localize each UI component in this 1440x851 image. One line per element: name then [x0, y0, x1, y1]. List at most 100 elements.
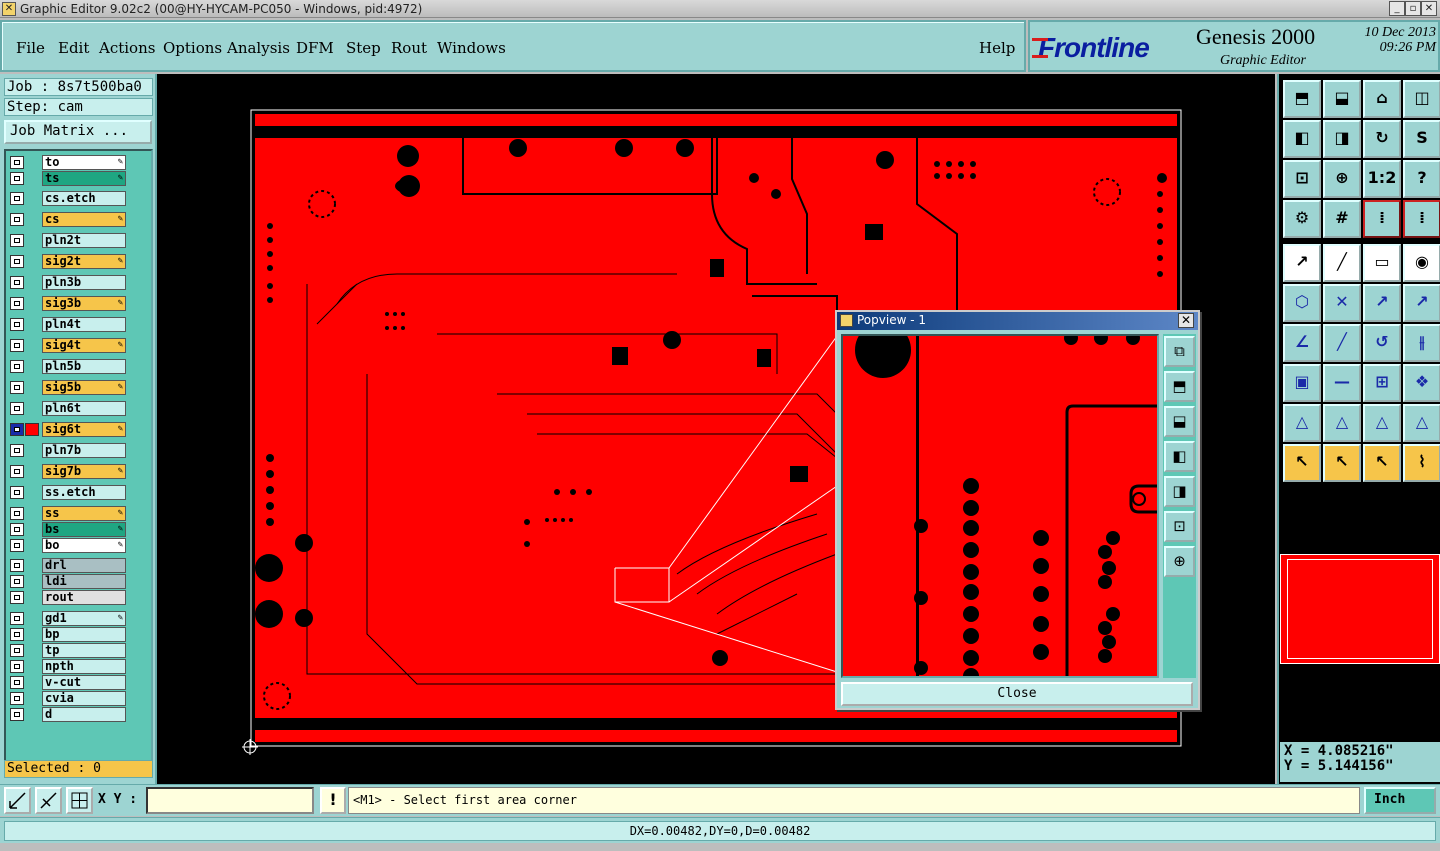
layer-row-to[interactable]: to ✎ [8, 155, 126, 170]
layer-row-gd1[interactable]: gd1 ✎ [8, 611, 126, 626]
layer-row-tp[interactable]: tp [8, 643, 126, 658]
layer-name[interactable]: bo ✎ [42, 538, 126, 553]
tri2-icon[interactable]: △ [1323, 404, 1361, 442]
layer-row-bp[interactable]: bp [8, 627, 126, 642]
select-icon[interactable]: ↖ [1283, 444, 1321, 482]
layer-top-icon[interactable]: ⁞ [1363, 200, 1401, 238]
popview-center-icon[interactable]: ⊕ [1164, 546, 1195, 577]
layer-name[interactable]: sig4t ✎ [42, 338, 126, 353]
layer-checkbox[interactable] [10, 381, 24, 394]
net2-icon[interactable]: ⌇ [1403, 444, 1440, 482]
layer-row-rout[interactable]: rout [8, 590, 126, 605]
layer-checkbox[interactable] [10, 444, 24, 457]
pointer-icon[interactable]: ↗ [1283, 244, 1321, 282]
layer-bot-icon[interactable]: ⁞ [1403, 200, 1440, 238]
menu-file[interactable]: File [16, 39, 45, 57]
layer-name[interactable]: d [42, 707, 126, 722]
layer-name[interactable]: rout [42, 590, 126, 605]
layer-row-ldi[interactable]: ldi [8, 574, 126, 589]
layer-row-ss.etch[interactable]: ss.etch [8, 485, 126, 500]
layer-checkbox[interactable] [10, 172, 24, 185]
info-button[interactable]: ! [320, 787, 346, 814]
layer-checkbox[interactable] [10, 708, 24, 721]
layer-name[interactable]: ss.etch [42, 485, 126, 500]
layer-name[interactable]: cvia [42, 691, 126, 706]
cross-icon[interactable]: ✕ [1323, 284, 1361, 322]
layer-name[interactable]: pln5b [42, 359, 126, 374]
layer-name[interactable]: sig5b ✎ [42, 380, 126, 395]
layer-row-pln7b[interactable]: pln7b [8, 443, 126, 458]
layer-row-pln5b[interactable]: pln5b [8, 359, 126, 374]
layer-name[interactable]: ts ✎ [42, 171, 126, 186]
layer-checkbox[interactable] [10, 234, 24, 247]
layer-row-bs[interactable]: bs ✎ [8, 522, 126, 537]
layer-name[interactable]: bs ✎ [42, 522, 126, 537]
popview-window-icon[interactable]: ⧉ [1164, 336, 1195, 367]
layer-checkbox[interactable] [10, 318, 24, 331]
menu-help[interactable]: Help [979, 39, 1015, 57]
layer-row-npth[interactable]: npth [8, 659, 126, 674]
slant-icon[interactable]: ╱ [1323, 324, 1361, 362]
menu-rout[interactable]: Rout [391, 39, 427, 57]
help-icon[interactable]: ? [1403, 160, 1440, 198]
layer-row-d[interactable]: d [8, 707, 126, 722]
layer-checkbox[interactable] [10, 213, 24, 226]
zoom-window-icon[interactable] [4, 787, 31, 814]
layer-name[interactable]: pln4t [42, 317, 126, 332]
popview-close-button[interactable]: Close [841, 682, 1193, 706]
layer-checkbox[interactable] [10, 276, 24, 289]
layer-name[interactable]: sig7b ✎ [42, 464, 126, 479]
layer-checkbox[interactable] [10, 486, 24, 499]
layer-checkbox[interactable] [10, 559, 24, 572]
layer-row-pln2t[interactable]: pln2t [8, 233, 126, 248]
layer-checkbox[interactable] [10, 523, 24, 536]
layer-row-sig2t[interactable]: sig2t ✎ [8, 254, 126, 269]
menu-options[interactable]: Options [163, 39, 222, 57]
zoom-s-icon[interactable]: S [1403, 120, 1440, 158]
right-icon[interactable]: ◨ [1323, 120, 1361, 158]
menu-windows[interactable]: Windows [437, 39, 506, 57]
layer-row-cvia[interactable]: cvia [8, 691, 126, 706]
window-icon[interactable]: ◫ [1403, 80, 1440, 118]
layer-name[interactable]: npth [42, 659, 126, 674]
layer-checkbox[interactable] [10, 297, 24, 310]
overview-map[interactable] [1280, 554, 1440, 664]
menu-step[interactable]: Step [346, 39, 381, 57]
layer-row-sig5b[interactable]: sig5b ✎ [8, 380, 126, 395]
pan-icon[interactable]: ↻ [1363, 120, 1401, 158]
layer-row-bo[interactable]: bo ✎ [8, 538, 126, 553]
ruler-icon[interactable]: ▭ [1363, 244, 1401, 282]
layer-name[interactable]: pln3b [42, 275, 126, 290]
grid-snap-icon[interactable] [66, 787, 93, 814]
maximize-button[interactable]: ▫ [1405, 1, 1421, 16]
layer-checkbox[interactable] [10, 660, 24, 673]
popview-fit-icon[interactable]: ⊡ [1164, 511, 1195, 542]
layer-checkbox[interactable] [10, 423, 24, 436]
minus-icon[interactable]: — [1323, 364, 1361, 402]
layer-row-drl[interactable]: drl [8, 558, 126, 573]
arrow-icon[interactable]: ↗ [1363, 284, 1401, 322]
line-icon[interactable]: ╱ [1323, 244, 1361, 282]
layer-checkbox[interactable] [10, 644, 24, 657]
snap-icon[interactable]: ◉ [1403, 244, 1440, 282]
layer-name[interactable]: pln2t [42, 233, 126, 248]
layer-checkbox[interactable] [10, 465, 24, 478]
popview-up-icon[interactable]: ⬒ [1164, 371, 1195, 402]
layer-name[interactable]: ldi [42, 574, 126, 589]
layer-row-ts[interactable]: ts ✎ [8, 171, 126, 186]
left-icon[interactable]: ◧ [1283, 120, 1321, 158]
menu-edit[interactable]: Edit [58, 39, 89, 57]
xy-input[interactable] [146, 787, 314, 814]
layer-row-pln3b[interactable]: pln3b [8, 275, 126, 290]
layer-name[interactable]: drl [42, 558, 126, 573]
job-matrix-button[interactable]: Job Matrix ... [4, 120, 152, 144]
layer-row-cs.etch[interactable]: cs.etch [8, 191, 126, 206]
tri4-icon[interactable]: △ [1403, 404, 1440, 442]
rotate-icon[interactable]: ↺ [1363, 324, 1401, 362]
one-to-one-icon[interactable]: 1:2 [1363, 160, 1401, 198]
layer-checkbox[interactable] [10, 360, 24, 373]
angle-icon[interactable]: ∠ [1283, 324, 1321, 362]
parent-icon[interactable]: ⬒ [1283, 80, 1321, 118]
layer-checkbox[interactable] [10, 692, 24, 705]
tri3-icon[interactable]: △ [1363, 404, 1401, 442]
